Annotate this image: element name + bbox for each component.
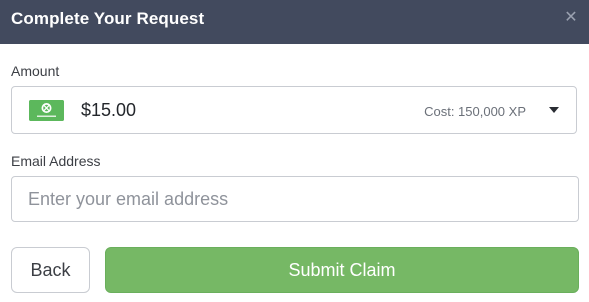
email-field[interactable] [11,176,579,222]
caret-down-icon[interactable] [549,107,559,113]
amount-selected-value: $15.00 [81,100,137,120]
xbox-gift-card-icon [29,100,64,121]
claim-modal: Complete Your Request ✕ Amount $15.00 Co… [0,0,589,302]
modal-header: Complete Your Request ✕ [0,0,589,44]
submit-claim-button[interactable]: Submit Claim [105,247,579,293]
amount-select[interactable]: $15.00 Cost: 150,000 XP [11,86,577,134]
amount-cost: Cost: 150,000 XP [424,104,526,119]
amount-label: Amount [11,63,60,79]
close-icon[interactable]: ✕ [563,10,579,26]
modal-title: Complete Your Request [11,9,205,28]
back-button[interactable]: Back [11,247,90,293]
email-label: Email Address [11,153,101,169]
